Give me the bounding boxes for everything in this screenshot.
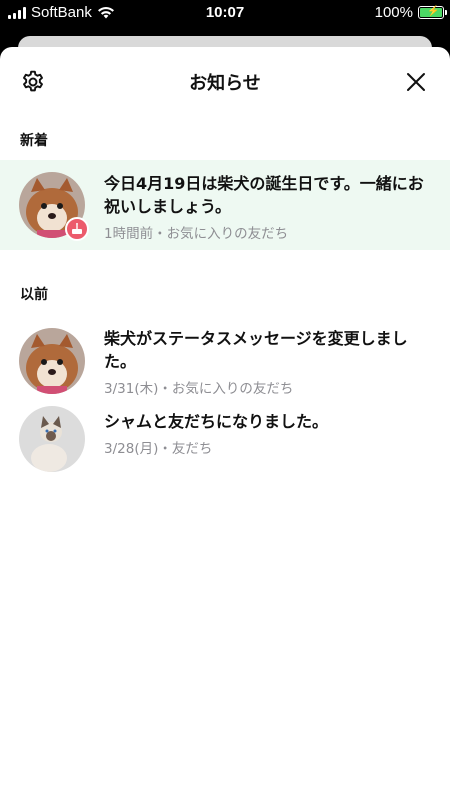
- notifications-sheet: お知らせ 新着 今日4月19日は柴犬の誕生日です。一緒にお祝いしましょう。 1時…: [0, 47, 450, 800]
- cake-icon: [65, 217, 89, 241]
- section-label-old: 以前: [20, 287, 48, 303]
- notification-title: 今日4月19日は柴犬の誕生日です。一緒にお祝いしましょう。: [104, 174, 424, 216]
- battery-icon: ⚡: [418, 6, 447, 19]
- avatar: [19, 406, 85, 472]
- notification-meta: 1時間前・お気に入りの友だち: [104, 226, 289, 242]
- page-title: お知らせ: [189, 73, 261, 94]
- cat-avatar: [19, 406, 85, 472]
- notification-text: 柴犬がステータスメッセージを変更しました。 3/31(木)・お気に入りの友だち: [104, 327, 432, 397]
- notification-meta: 3/28(月)・友だち: [104, 441, 213, 457]
- avatar: [19, 328, 85, 394]
- notification-title: 柴犬がステータスメッセージを変更しました。: [104, 329, 408, 371]
- notification-item[interactable]: 今日4月19日は柴犬の誕生日です。一緒にお祝いしましょう。 1時間前・お気に入り…: [0, 160, 450, 250]
- notification-text: 今日4月19日は柴犬の誕生日です。一緒にお祝いしましょう。 1時間前・お気に入り…: [104, 172, 432, 242]
- shiba-avatar: [19, 328, 85, 394]
- close-icon[interactable]: [404, 70, 428, 94]
- sheet-header: お知らせ: [0, 47, 450, 115]
- status-bar: SoftBank 10:07 100% ⚡: [0, 0, 450, 26]
- notification-item[interactable]: シャムと友だちになりました。 3/28(月)・友だち: [0, 406, 450, 496]
- battery-percent: 100%: [374, 4, 413, 21]
- section-label-new: 新着: [20, 133, 48, 149]
- notification-text: シャムと友だちになりました。 3/28(月)・友だち: [104, 410, 432, 457]
- avatar: [19, 172, 89, 241]
- status-right: 100% ⚡: [374, 4, 447, 21]
- notification-meta: 3/31(木)・お気に入りの友だち: [104, 381, 294, 397]
- notification-item[interactable]: 柴犬がステータスメッセージを変更しました。 3/31(木)・お気に入りの友だち: [0, 316, 450, 406]
- notification-title: シャムと友だちになりました。: [104, 412, 329, 431]
